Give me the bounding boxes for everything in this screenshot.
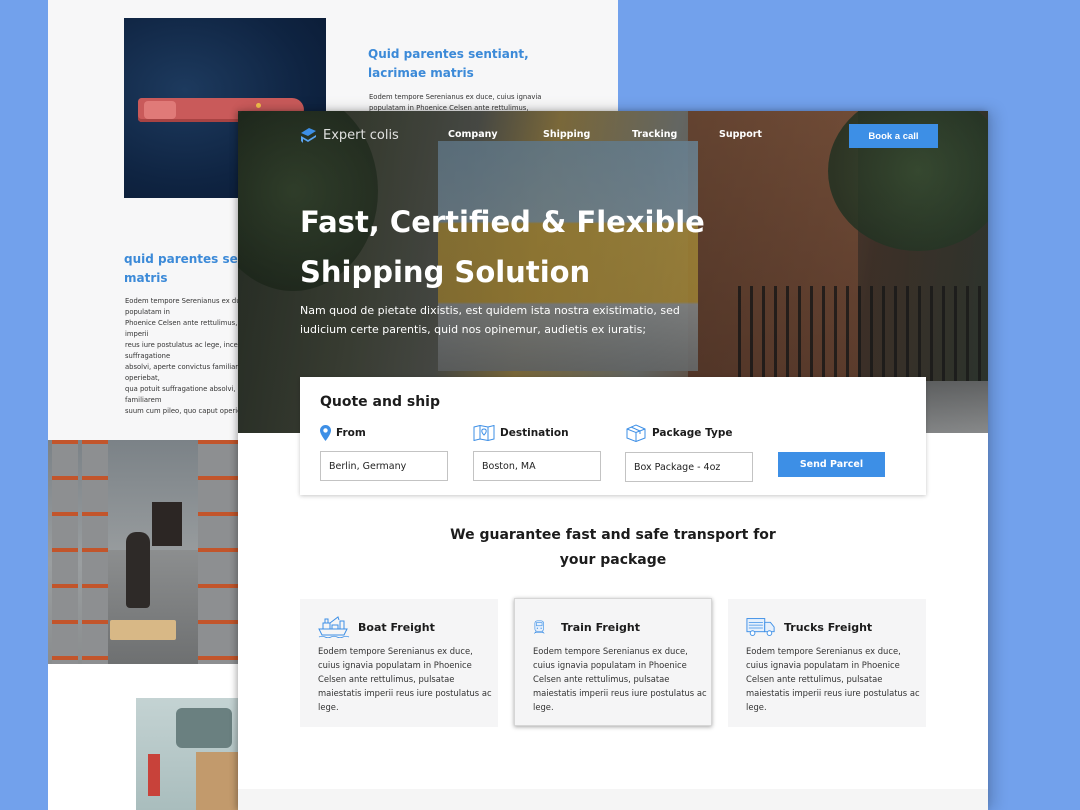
service-card-boat-freight[interactable]: Boat Freight Eodem tempore Serenianus ex… [300,599,498,727]
package-type-select[interactable] [625,452,753,482]
destination-label: Destination [500,427,569,439]
article-heading: Quid parentes sentiant, lacrimae matris [368,47,529,80]
truck-icon [746,618,775,636]
from-label: From [336,427,366,439]
quote-and-ship-form: Quote and ship From Destination [300,377,926,495]
from-field: From [320,424,448,481]
package-type-field: Package Type [625,424,753,482]
warehouse-image [48,440,238,664]
delivery-van-image [136,698,238,810]
top-navigation: Expert colis Company Shipping Tracking S… [238,111,988,161]
service-card-trucks-freight[interactable]: Trucks Freight Eodem tempore Serenianus … [728,599,926,727]
map-icon [473,425,495,441]
send-parcel-button[interactable]: Send Parcel [778,452,885,477]
service-title: Trucks Freight [784,620,873,634]
service-title: Train Freight [561,620,641,634]
destination-input[interactable] [473,451,601,481]
hero-title: Fast, Certified & Flexible Shipping Solu… [300,205,705,289]
service-description: Eodem tempore Serenianus ex duce, cuius … [533,646,707,712]
section-heading-line2: your package [559,552,667,568]
package-box-icon [626,424,646,442]
logo-text: Expert colis [323,127,399,143]
hero-subtitle: Nam quod de pietate dixistis, est quidem… [300,304,680,336]
cargo-ship-icon [318,616,350,638]
package-type-label: Package Type [652,427,733,439]
nav-link-company[interactable]: Company [448,129,498,140]
nav-link-tracking[interactable]: Tracking [632,129,677,140]
landing-page-mockup: Expert colis Company Shipping Tracking S… [238,111,988,810]
train-icon [534,620,545,634]
logo[interactable]: Expert colis [300,127,399,143]
nav-link-support[interactable]: Support [719,129,762,140]
nav-link-shipping[interactable]: Shipping [543,129,590,140]
service-title: Boat Freight [358,620,435,634]
map-pin-icon [320,425,331,441]
book-a-call-button[interactable]: Book a call [849,124,938,148]
service-description: Eodem tempore Serenianus ex duce, cuius … [318,646,492,712]
section-heading-line1: We guarantee fast and safe transport for [450,527,776,543]
from-input[interactable] [320,451,448,481]
logo-icon [301,128,316,143]
next-section-strip [238,789,988,810]
destination-field: Destination [473,424,601,481]
service-card-train-freight[interactable]: Train Freight Eodem tempore Serenianus e… [514,598,712,726]
section-heading: We guarantee fast and safe transport for… [238,523,988,573]
quote-title: Quote and ship [320,394,440,410]
service-description: Eodem tempore Serenianus ex duce, cuius … [746,646,920,712]
